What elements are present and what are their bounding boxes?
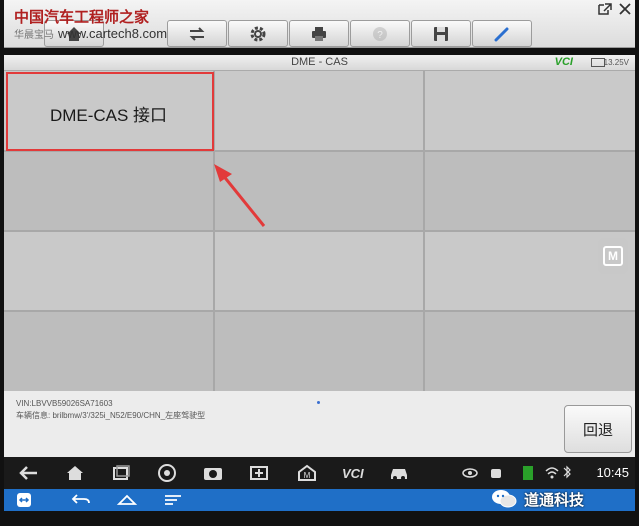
status-bar: DME - CAS VCI 13.25V (4, 55, 635, 71)
grid-cell-empty (425, 71, 635, 150)
grid-cell-empty (215, 232, 423, 310)
car-icon (391, 469, 407, 480)
watermark-sub: 华晨宝马 (14, 30, 54, 41)
android-status (488, 463, 504, 483)
top-toolbar: ? 中国汽车工程师之家 华晨宝马 www.cartech8.com (4, 0, 635, 48)
vin-text: VIN:LBVVB59026SA71603 (16, 399, 113, 408)
vehicle-swap-button[interactable] (167, 20, 227, 47)
page-title: DME - CAS (291, 56, 348, 68)
edit-button[interactable] (472, 20, 532, 47)
wifi-bluetooth-icon (545, 465, 571, 479)
eye-status (462, 463, 478, 483)
grid-cell-empty (215, 71, 423, 150)
highlight-box (6, 72, 214, 151)
settings-button[interactable] (228, 20, 288, 47)
printer-icon (312, 26, 326, 41)
home-icon (67, 466, 83, 480)
external-link-icon[interactable] (597, 2, 613, 16)
voltage-label: 13.25V (603, 58, 629, 67)
grid-cell-empty (425, 312, 635, 391)
gear-icon (250, 26, 266, 41)
wechat-account-name: 道通科技 (524, 491, 585, 509)
help-button[interactable]: ? (350, 20, 410, 47)
remote-menu-button[interactable] (162, 492, 184, 508)
menu-icon (165, 495, 181, 505)
home-nav-button[interactable] (64, 463, 86, 483)
wechat-watermark: 道通科技 (490, 482, 635, 516)
annotation-arrow (214, 164, 266, 227)
close-icon[interactable] (617, 2, 633, 16)
page-indicator (317, 401, 320, 404)
camera-icon (204, 468, 222, 480)
svg-text:M: M (304, 471, 311, 480)
vci-nav-button[interactable]: VCI (340, 463, 372, 483)
vehicle-info-text: 车辆信息: brilbmw/3'/325i_N52/E90/CHN_左座驾驶型 (16, 411, 206, 420)
recents-icon (113, 465, 130, 480)
svg-text:?: ? (377, 30, 383, 41)
camera-button[interactable] (202, 463, 224, 483)
watermark-title: 中国汽车工程师之家 (14, 8, 150, 26)
recents-nav-button[interactable] (110, 463, 132, 483)
watermark-url: www.cartech8.com (58, 26, 168, 41)
pen-icon (494, 27, 509, 41)
battery-status (520, 463, 536, 483)
eye-icon (462, 468, 478, 478)
screenshot-icon (250, 466, 268, 480)
teamviewer-icon (17, 493, 31, 507)
home-outline-icon (116, 494, 138, 505)
vci-label: VCI (554, 56, 573, 68)
help-icon: ? (373, 26, 387, 41)
maxifix-m-icon: M (298, 464, 316, 481)
vehicle-swap-icon (189, 26, 205, 41)
vci-icon: VCI (342, 466, 364, 481)
print-button[interactable] (289, 20, 349, 47)
vehicle-info-panel: VIN:LBVVB59026SA71603 车辆信息: brilbmw/3'/3… (4, 391, 635, 457)
grid-cell-empty (4, 232, 213, 310)
grid-cell-empty (425, 152, 635, 230)
svg-text:VCI: VCI (342, 466, 364, 481)
chrome-icon (158, 464, 176, 482)
grid-cell-empty (215, 312, 423, 391)
maxifix-button[interactable]: M (296, 463, 318, 483)
watermark-subtitle: 华晨宝马 www.cartech8.com (14, 26, 168, 41)
vci-status: VCI (555, 56, 573, 68)
grid-cell-empty (4, 152, 213, 230)
remote-back-button[interactable] (70, 492, 92, 508)
m-icon: M (603, 246, 623, 266)
back-button[interactable]: 回退 (564, 405, 632, 453)
clock-time: 10:45 (596, 465, 629, 480)
connectivity-status (544, 463, 576, 483)
back-arrow-icon (71, 494, 90, 504)
remote-home-button[interactable] (116, 492, 138, 508)
vehicle-nav-button[interactable] (388, 463, 410, 483)
android-icon (491, 469, 501, 478)
floating-menu-button[interactable]: M (598, 238, 628, 274)
save-icon (434, 26, 448, 41)
save-button[interactable] (411, 20, 471, 47)
browser-button[interactable] (156, 463, 178, 483)
back-arrow-icon (19, 466, 37, 480)
back-nav-button[interactable] (18, 463, 40, 483)
remote-logo[interactable] (16, 492, 32, 508)
grid-cell-empty (4, 312, 213, 391)
wechat-icon (492, 490, 517, 508)
watermark: 中国汽车工程师之家 华晨宝马 www.cartech8.com (14, 6, 168, 42)
battery-charging-icon (523, 466, 533, 480)
screenshot-button[interactable] (248, 463, 270, 483)
